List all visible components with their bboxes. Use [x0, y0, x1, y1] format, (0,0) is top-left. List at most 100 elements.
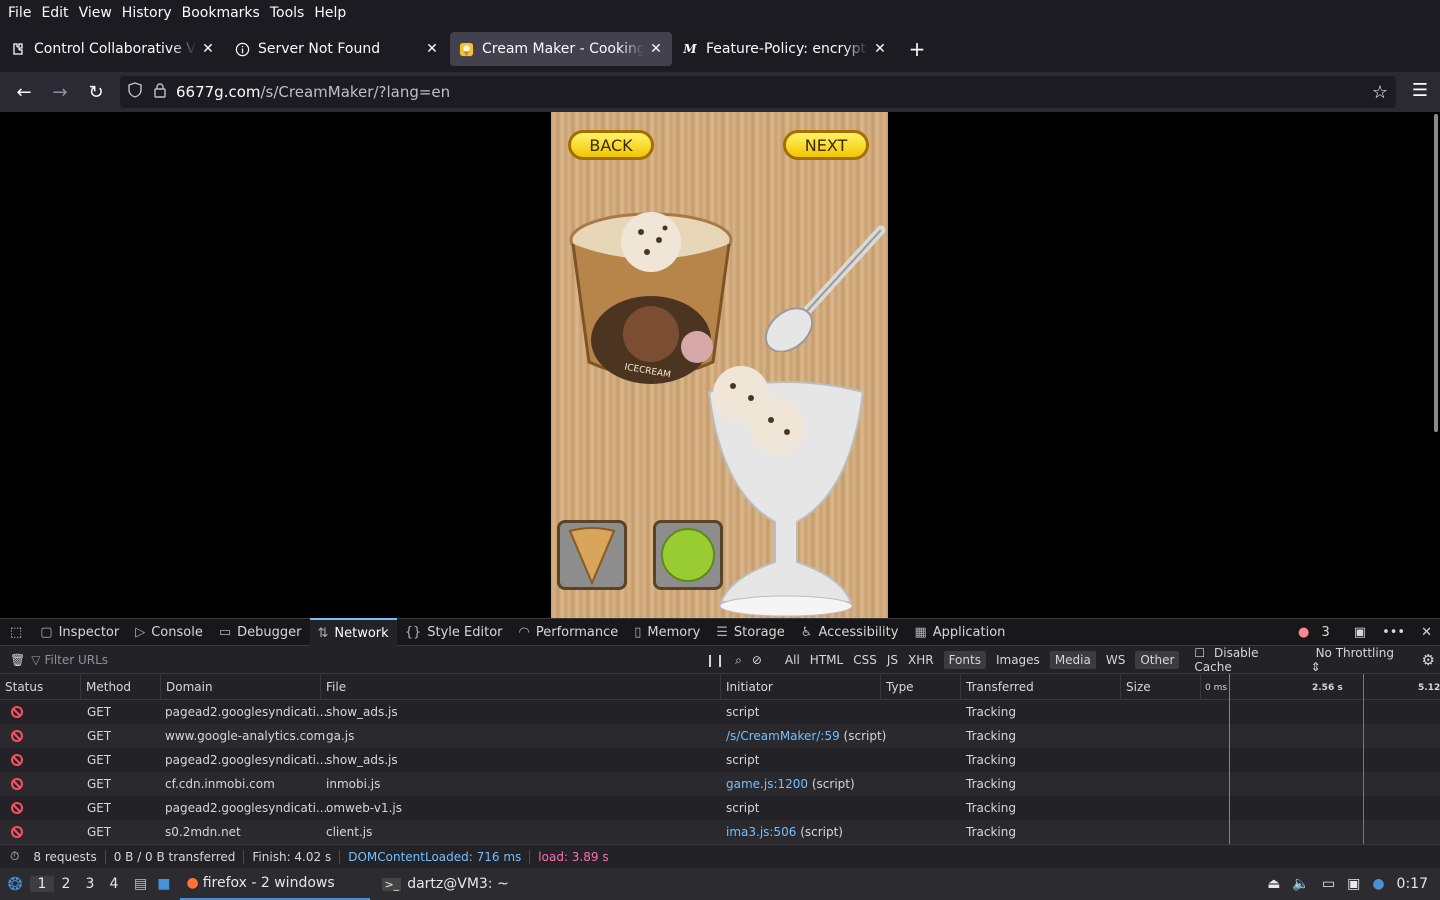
sundae-glass[interactable]: [701, 362, 871, 618]
filter-images[interactable]: Images: [996, 653, 1040, 667]
page-scrollbar[interactable]: [1434, 114, 1438, 432]
menu-tools[interactable]: Tools: [270, 5, 305, 21]
element-picker-button[interactable]: ⬚: [0, 618, 32, 646]
col-initiator[interactable]: Initiator: [726, 680, 773, 694]
workspace-4[interactable]: 4: [102, 876, 126, 892]
upload-icon[interactable]: ⏏: [1267, 876, 1280, 892]
menu-view[interactable]: View: [79, 5, 112, 21]
reload-button[interactable]: ↻: [78, 82, 114, 103]
col-status[interactable]: Status: [5, 680, 43, 694]
hamburger-menu-icon[interactable]: ☰: [1412, 80, 1428, 101]
cone-item-slot[interactable]: [557, 520, 627, 590]
pause-icon[interactable]: ❙❙: [705, 653, 725, 667]
error-count-badge[interactable]: ● 3: [1298, 625, 1338, 640]
throttling-select[interactable]: No Throttling ⇕: [1311, 646, 1403, 674]
col-method[interactable]: Method: [86, 680, 131, 694]
desktop-icon[interactable]: ■: [157, 876, 170, 892]
col-type[interactable]: Type: [886, 680, 914, 694]
notification-icon[interactable]: ●: [1372, 876, 1384, 892]
filter-css[interactable]: CSS: [853, 653, 877, 667]
close-tab-icon[interactable]: ✕: [424, 41, 440, 57]
tab-accessibility[interactable]: ♿ Accessibility: [793, 618, 907, 646]
col-domain[interactable]: Domain: [166, 680, 213, 694]
col-file[interactable]: File: [326, 680, 346, 694]
block-icon[interactable]: ⊘: [752, 653, 762, 667]
filter-ws[interactable]: WS: [1106, 653, 1125, 667]
bookmark-star-icon[interactable]: ☆: [1372, 82, 1388, 103]
menu-edit[interactable]: Edit: [41, 5, 68, 21]
table-row[interactable]: GET pagead2.googlesyndicati... show_ads.…: [0, 748, 1440, 772]
tab-control-collaborative[interactable]: Control Collaborative Virt ✕: [2, 32, 224, 66]
tab-inspector[interactable]: ▢ Inspector: [32, 618, 127, 646]
filter-js[interactable]: JS: [887, 653, 898, 667]
lock-icon[interactable]: [154, 82, 172, 102]
filter-xhr[interactable]: XHR: [908, 653, 934, 667]
col-transferred[interactable]: Transferred: [966, 680, 1034, 694]
network-tray-icon[interactable]: ▣: [1347, 876, 1360, 892]
file-manager-icon[interactable]: ▤: [134, 876, 147, 892]
workspace-1[interactable]: 1: [30, 876, 54, 892]
start-menu-icon[interactable]: ❂: [0, 874, 30, 895]
col-size[interactable]: Size: [1126, 680, 1151, 694]
initiator-link[interactable]: game.js:1200: [726, 777, 808, 791]
tab-feature-policy[interactable]: M Feature-Policy: encrypted ✕: [674, 32, 896, 66]
filter-other[interactable]: Other: [1135, 651, 1180, 669]
clipboard-icon[interactable]: ▭: [1322, 876, 1335, 892]
table-row[interactable]: GET pagead2.googlesyndicati... show_ads.…: [0, 700, 1440, 724]
dock-toggle-icon[interactable]: ▣: [1354, 625, 1366, 640]
menu-file[interactable]: File: [8, 5, 31, 21]
filter-all[interactable]: All: [785, 653, 800, 667]
tab-performance[interactable]: ◠ Performance: [511, 618, 627, 646]
tab-console[interactable]: ▷ Console: [127, 618, 211, 646]
table-row[interactable]: GET www.google-analytics.com ga.js /s/Cr…: [0, 724, 1440, 748]
request-domain: s0.2mdn.net: [165, 825, 241, 839]
menu-bookmarks[interactable]: Bookmarks: [182, 5, 260, 21]
workspace-3[interactable]: 3: [78, 876, 102, 892]
disable-cache-checkbox[interactable]: ☐ Disable Cache: [1194, 646, 1293, 674]
tab-cream-maker[interactable]: Cream Maker - Cooking G ✕: [450, 32, 672, 66]
volume-icon[interactable]: 🔈: [1292, 876, 1309, 892]
tab-server-not-found[interactable]: Server Not Found ✕: [226, 32, 448, 66]
clock[interactable]: 0:17: [1397, 876, 1428, 892]
settings-gear-icon[interactable]: ⚙: [1422, 651, 1435, 669]
tab-memory[interactable]: ▯ Memory: [626, 618, 708, 646]
tab-debugger[interactable]: ▭ Debugger: [211, 618, 310, 646]
clear-trash-icon[interactable]: 🗑: [10, 653, 25, 667]
table-row[interactable]: GET pagead2.googlesyndicati... omweb-v1.…: [0, 796, 1440, 820]
initiator-link[interactable]: /s/CreamMaker/:59: [726, 729, 840, 743]
table-row[interactable]: GET s0.2mdn.net client.js ima3.js:506 (s…: [0, 820, 1440, 844]
tab-application[interactable]: ▦ Application: [906, 618, 1013, 646]
shield-icon[interactable]: [128, 82, 148, 102]
ice-cream-scoop[interactable]: [751, 222, 886, 352]
forward-button[interactable]: →: [42, 82, 78, 103]
ice-cream-tub[interactable]: ICECREAM: [565, 212, 737, 387]
menu-help[interactable]: Help: [314, 5, 346, 21]
new-tab-button[interactable]: +: [902, 37, 932, 61]
menu-history[interactable]: History: [122, 5, 172, 21]
close-tab-icon[interactable]: ✕: [872, 41, 888, 57]
stopwatch-icon[interactable]: ⏱: [10, 849, 19, 864]
filter-media[interactable]: Media: [1049, 651, 1096, 669]
task-terminal[interactable]: >_ dartz@VM3: ~: [376, 868, 514, 900]
tab-network[interactable]: ⇅ Network: [309, 618, 397, 646]
url-bar[interactable]: 6677g.com/s/CreamMaker/?lang=en ☆: [120, 76, 1396, 108]
workspace-2[interactable]: 2: [54, 876, 78, 892]
game-canvas[interactable]: BACK NEXT ICECREAM: [551, 112, 888, 618]
close-devtools-icon[interactable]: ✕: [1421, 625, 1432, 640]
game-back-button[interactable]: BACK: [568, 130, 654, 160]
more-options-icon[interactable]: •••: [1382, 625, 1405, 640]
green-scoop-item-slot[interactable]: [653, 520, 723, 590]
tab-style-editor[interactable]: {} Style Editor: [397, 618, 511, 646]
table-row[interactable]: GET cf.cdn.inmobi.com inmobi.js game.js:…: [0, 772, 1440, 796]
filter-fonts[interactable]: Fonts: [943, 651, 986, 669]
game-next-button[interactable]: NEXT: [783, 130, 869, 160]
close-tab-icon[interactable]: ✕: [200, 41, 216, 57]
filter-html[interactable]: HTML: [810, 653, 843, 667]
back-button[interactable]: ←: [6, 82, 42, 103]
task-firefox[interactable]: ● firefox - 2 windows: [180, 868, 371, 900]
tab-storage[interactable]: ☰ Storage: [708, 618, 793, 646]
close-tab-icon[interactable]: ✕: [648, 41, 664, 57]
search-icon[interactable]: ⌕: [735, 653, 742, 668]
initiator-link[interactable]: ima3.js:506: [726, 825, 796, 839]
filter-urls-input[interactable]: Filter URLs: [44, 653, 108, 667]
